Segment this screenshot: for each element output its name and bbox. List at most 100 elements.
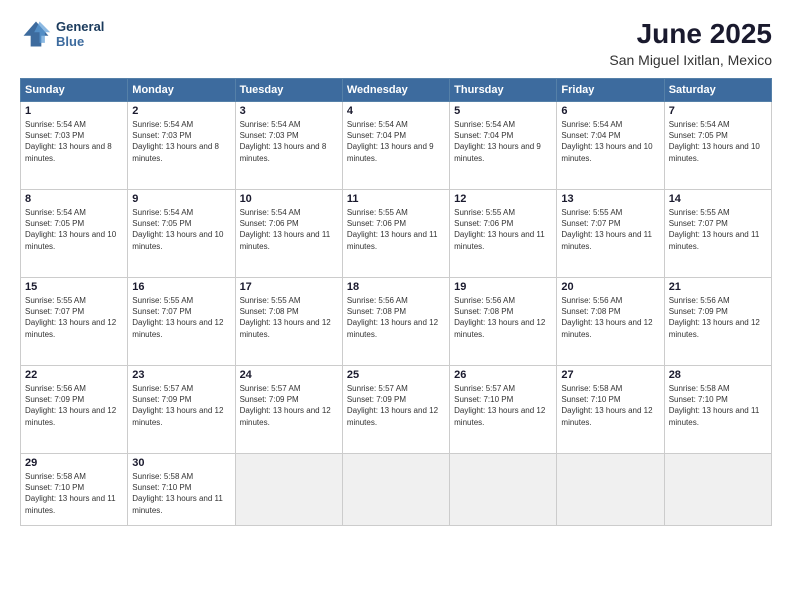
- day-number: 1: [25, 105, 123, 117]
- day-info: Sunrise: 5:54 AMSunset: 7:05 PMDaylight:…: [25, 207, 123, 252]
- day-info: Sunrise: 5:56 AMSunset: 7:09 PMDaylight:…: [25, 383, 123, 428]
- day-number: 22: [25, 369, 123, 381]
- table-row: 6 Sunrise: 5:54 AMSunset: 7:04 PMDaylight…: [557, 102, 664, 190]
- day-info: Sunrise: 5:54 AMSunset: 7:04 PMDaylight:…: [561, 119, 659, 164]
- table-row: 21 Sunrise: 5:56 AMSunset: 7:09 PMDayligh…: [664, 278, 771, 366]
- day-info: Sunrise: 5:54 AMSunset: 7:03 PMDaylight:…: [240, 119, 338, 164]
- day-info: Sunrise: 5:54 AMSunset: 7:04 PMDaylight:…: [347, 119, 445, 164]
- calendar-header-row: Sunday Monday Tuesday Wednesday Thursday…: [21, 79, 772, 102]
- day-number: 2: [132, 105, 230, 117]
- day-number: 10: [240, 193, 338, 205]
- table-row: 23Sunrise: 5:57 AMSunset: 7:09 PMDayligh…: [128, 366, 235, 454]
- calendar-week-row: 1 Sunrise: 5:54 AMSunset: 7:03 PMDaylight…: [21, 102, 772, 190]
- page: General Blue June 2025 San Miguel Ixitla…: [0, 0, 792, 612]
- table-row: [664, 454, 771, 526]
- table-row: 18Sunrise: 5:56 AMSunset: 7:08 PMDayligh…: [342, 278, 449, 366]
- table-row: 8Sunrise: 5:54 AMSunset: 7:05 PMDaylight…: [21, 190, 128, 278]
- table-row: 11Sunrise: 5:55 AMSunset: 7:06 PMDayligh…: [342, 190, 449, 278]
- day-number: 27: [561, 369, 659, 381]
- day-info: Sunrise: 5:55 AMSunset: 7:06 PMDaylight:…: [454, 207, 552, 252]
- day-info: Sunrise: 5:57 AMSunset: 7:09 PMDaylight:…: [132, 383, 230, 428]
- day-info: Sunrise: 5:58 AMSunset: 7:10 PMDaylight:…: [25, 471, 123, 516]
- day-number: 21: [669, 281, 767, 293]
- table-row: 7 Sunrise: 5:54 AMSunset: 7:05 PMDaylight…: [664, 102, 771, 190]
- day-number: 5: [454, 105, 552, 117]
- day-info: Sunrise: 5:56 AMSunset: 7:08 PMDaylight:…: [561, 295, 659, 340]
- day-number: 25: [347, 369, 445, 381]
- day-number: 24: [240, 369, 338, 381]
- day-number: 29: [25, 457, 123, 469]
- day-number: 4: [347, 105, 445, 117]
- table-row: 16 Sunrise: 5:55 AMSunset: 7:07 PMDayligh…: [128, 278, 235, 366]
- table-row: 28 Sunrise: 5:58 AMSunset: 7:10 PMDayligh…: [664, 366, 771, 454]
- day-info: Sunrise: 5:55 AMSunset: 7:07 PMDaylight:…: [25, 295, 123, 340]
- logo: General Blue: [20, 18, 104, 50]
- table-row: [342, 454, 449, 526]
- logo-line2: Blue: [56, 34, 104, 49]
- header-saturday: Saturday: [664, 79, 771, 102]
- logo-text: General Blue: [56, 19, 104, 49]
- day-info: Sunrise: 5:58 AMSunset: 7:10 PMDaylight:…: [669, 383, 767, 428]
- day-info: Sunrise: 5:58 AMSunset: 7:10 PMDaylight:…: [132, 471, 230, 516]
- day-number: 19: [454, 281, 552, 293]
- table-row: [235, 454, 342, 526]
- day-number: 15: [25, 281, 123, 293]
- day-number: 6: [561, 105, 659, 117]
- day-info: Sunrise: 5:54 AMSunset: 7:04 PMDaylight:…: [454, 119, 552, 164]
- day-info: Sunrise: 5:57 AMSunset: 7:10 PMDaylight:…: [454, 383, 552, 428]
- day-info: Sunrise: 5:56 AMSunset: 7:08 PMDaylight:…: [347, 295, 445, 340]
- day-number: 16: [132, 281, 230, 293]
- table-row: 10Sunrise: 5:54 AMSunset: 7:06 PMDayligh…: [235, 190, 342, 278]
- table-row: 9 Sunrise: 5:54 AMSunset: 7:05 PMDaylight…: [128, 190, 235, 278]
- logo-line1: General: [56, 19, 104, 34]
- table-row: 4 Sunrise: 5:54 AMSunset: 7:04 PMDaylight…: [342, 102, 449, 190]
- table-row: 27 Sunrise: 5:58 AMSunset: 7:10 PMDayligh…: [557, 366, 664, 454]
- calendar-week-row: 29 Sunrise: 5:58 AMSunset: 7:10 PMDayligh…: [21, 454, 772, 526]
- day-number: 30: [132, 457, 230, 469]
- table-row: 1 Sunrise: 5:54 AMSunset: 7:03 PMDaylight…: [21, 102, 128, 190]
- day-info: Sunrise: 5:55 AMSunset: 7:08 PMDaylight:…: [240, 295, 338, 340]
- table-row: 20 Sunrise: 5:56 AMSunset: 7:08 PMDayligh…: [557, 278, 664, 366]
- title-area: June 2025 San Miguel Ixitlan, Mexico: [609, 18, 772, 68]
- table-row: 30 Sunrise: 5:58 AMSunset: 7:10 PMDayligh…: [128, 454, 235, 526]
- table-row: [450, 454, 557, 526]
- table-row: 29 Sunrise: 5:58 AMSunset: 7:10 PMDayligh…: [21, 454, 128, 526]
- calendar: Sunday Monday Tuesday Wednesday Thursday…: [20, 78, 772, 526]
- table-row: 24 Sunrise: 5:57 AMSunset: 7:09 PMDayligh…: [235, 366, 342, 454]
- day-number: 7: [669, 105, 767, 117]
- calendar-week-row: 15 Sunrise: 5:55 AMSunset: 7:07 PMDayligh…: [21, 278, 772, 366]
- month-title: June 2025: [609, 18, 772, 50]
- day-info: Sunrise: 5:56 AMSunset: 7:08 PMDaylight:…: [454, 295, 552, 340]
- table-row: 2 Sunrise: 5:54 AMSunset: 7:03 PMDaylight…: [128, 102, 235, 190]
- table-row: 22 Sunrise: 5:56 AMSunset: 7:09 PMDayligh…: [21, 366, 128, 454]
- day-info: Sunrise: 5:54 AMSunset: 7:05 PMDaylight:…: [132, 207, 230, 252]
- day-info: Sunrise: 5:55 AMSunset: 7:07 PMDaylight:…: [132, 295, 230, 340]
- day-number: 26: [454, 369, 552, 381]
- calendar-week-row: 8Sunrise: 5:54 AMSunset: 7:05 PMDaylight…: [21, 190, 772, 278]
- header-monday: Monday: [128, 79, 235, 102]
- day-number: 3: [240, 105, 338, 117]
- table-row: 19 Sunrise: 5:56 AMSunset: 7:08 PMDayligh…: [450, 278, 557, 366]
- day-number: 28: [669, 369, 767, 381]
- day-info: Sunrise: 5:55 AMSunset: 7:07 PMDaylight:…: [669, 207, 767, 252]
- day-number: 20: [561, 281, 659, 293]
- header-wednesday: Wednesday: [342, 79, 449, 102]
- day-info: Sunrise: 5:57 AMSunset: 7:09 PMDaylight:…: [347, 383, 445, 428]
- calendar-week-row: 22 Sunrise: 5:56 AMSunset: 7:09 PMDayligh…: [21, 366, 772, 454]
- location-title: San Miguel Ixitlan, Mexico: [609, 52, 772, 68]
- day-info: Sunrise: 5:55 AMSunset: 7:06 PMDaylight:…: [347, 207, 445, 252]
- day-info: Sunrise: 5:54 AMSunset: 7:03 PMDaylight:…: [25, 119, 123, 164]
- day-number: 9: [132, 193, 230, 205]
- day-info: Sunrise: 5:58 AMSunset: 7:10 PMDaylight:…: [561, 383, 659, 428]
- table-row: 25 Sunrise: 5:57 AMSunset: 7:09 PMDayligh…: [342, 366, 449, 454]
- header-tuesday: Tuesday: [235, 79, 342, 102]
- day-info: Sunrise: 5:56 AMSunset: 7:09 PMDaylight:…: [669, 295, 767, 340]
- table-row: 3 Sunrise: 5:54 AMSunset: 7:03 PMDaylight…: [235, 102, 342, 190]
- day-info: Sunrise: 5:54 AMSunset: 7:03 PMDaylight:…: [132, 119, 230, 164]
- day-info: Sunrise: 5:54 AMSunset: 7:05 PMDaylight:…: [669, 119, 767, 164]
- table-row: 17Sunrise: 5:55 AMSunset: 7:08 PMDayligh…: [235, 278, 342, 366]
- day-info: Sunrise: 5:57 AMSunset: 7:09 PMDaylight:…: [240, 383, 338, 428]
- logo-icon: [20, 18, 52, 50]
- header: General Blue June 2025 San Miguel Ixitla…: [20, 18, 772, 68]
- day-number: 14: [669, 193, 767, 205]
